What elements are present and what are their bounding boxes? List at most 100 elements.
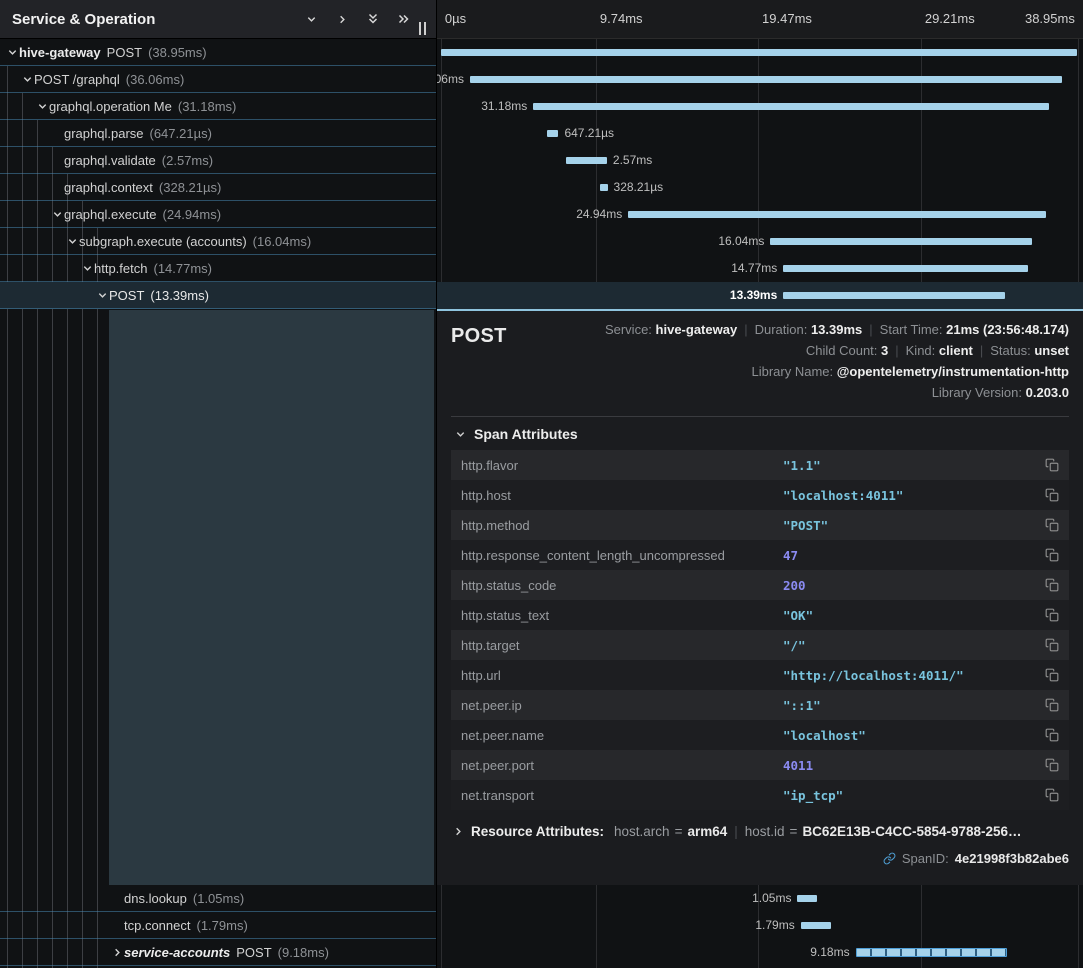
attribute-value: "OK" xyxy=(783,608,1043,623)
meta-key: Status: xyxy=(990,343,1034,358)
chevron-right-icon[interactable] xyxy=(110,947,124,958)
span-timeline-row[interactable] xyxy=(437,39,1083,66)
span-tree-row[interactable]: dns.lookup(1.05ms) xyxy=(0,885,437,912)
span-timeline-row[interactable]: 2.57ms xyxy=(437,147,1083,174)
span-bar[interactable] xyxy=(533,103,1049,110)
resource-key: host.arch xyxy=(614,824,670,839)
copy-icon[interactable] xyxy=(1043,788,1061,802)
copy-icon[interactable] xyxy=(1043,458,1061,472)
attribute-row: http.host"localhost:4011" xyxy=(451,480,1069,510)
chevron-down-icon[interactable] xyxy=(95,290,109,301)
duration-label: (24.94ms) xyxy=(163,207,222,222)
span-tree-row[interactable]: graphql.parse(647.21µs) xyxy=(0,120,437,147)
duration-label: (1.79ms) xyxy=(197,918,248,933)
equals-sign: = xyxy=(790,824,798,839)
span-bar-duration: 31.18ms xyxy=(481,93,527,120)
span-bar-duration: 2.57ms xyxy=(613,147,652,174)
chevron-down-icon[interactable] xyxy=(65,236,79,247)
operation-name: graphql.validate xyxy=(64,153,156,168)
span-tree-row[interactable]: graphql.validate(2.57ms) xyxy=(0,147,437,174)
span-bar[interactable] xyxy=(797,895,817,902)
panel-resize-handle[interactable] xyxy=(419,22,426,35)
chevron-down-icon[interactable] xyxy=(20,74,34,85)
attribute-row: http.status_code200 xyxy=(451,570,1069,600)
span-bar[interactable] xyxy=(783,265,1028,272)
span-timeline-row[interactable]: 16.04ms xyxy=(437,228,1083,255)
span-tree-row[interactable]: POST /graphql(36.06ms) xyxy=(0,66,437,93)
double-chevron-right-icon[interactable] xyxy=(396,11,412,27)
span-tree-row[interactable]: tcp.connect(1.79ms) xyxy=(0,912,437,939)
span-bar[interactable] xyxy=(470,76,1062,83)
span-timeline-row[interactable]: 13.39ms xyxy=(437,282,1083,309)
span-timeline: 36.06ms31.18ms647.21µs2.57ms328.21µs24.9… xyxy=(437,39,1083,309)
copy-icon[interactable] xyxy=(1043,638,1061,652)
copy-icon[interactable] xyxy=(1043,608,1061,622)
span-timeline-row[interactable]: 328.21µs xyxy=(437,174,1083,201)
span-timeline-row[interactable]: 9.18ms xyxy=(437,939,1083,966)
meta-value: hive-gateway xyxy=(656,322,738,337)
span-tree-row[interactable]: http.fetch(14.77ms) xyxy=(0,255,437,282)
meta-key: Child Count: xyxy=(806,343,881,358)
resource-attributes-row[interactable]: Resource Attributes: host.arch=arm64|hos… xyxy=(451,824,1069,839)
attribute-row: http.status_text"OK" xyxy=(451,600,1069,630)
copy-icon[interactable] xyxy=(1043,668,1061,682)
chevron-down-icon[interactable] xyxy=(303,11,319,27)
span-bar[interactable] xyxy=(628,211,1045,218)
span-tree-row[interactable]: POST(13.39ms) xyxy=(0,282,437,309)
span-tree-row[interactable]: graphql.context(328.21µs) xyxy=(0,174,437,201)
span-bar[interactable] xyxy=(770,238,1032,245)
panel-divider xyxy=(436,0,437,968)
chevron-down-icon[interactable] xyxy=(5,47,19,58)
attribute-key: net.transport xyxy=(461,788,783,803)
span-id-label: SpanID: xyxy=(902,851,949,866)
chevron-down-icon[interactable] xyxy=(80,263,94,274)
span-timeline-row[interactable]: 1.05ms xyxy=(437,885,1083,912)
timeline-tick-label: 0µs xyxy=(445,11,466,26)
chevron-down-icon[interactable] xyxy=(50,209,64,220)
meta-value: 13.39ms xyxy=(811,322,862,337)
span-bar[interactable] xyxy=(547,130,558,137)
attribute-value: 47 xyxy=(783,548,1043,563)
span-meta-line: Library Name: @opentelemetry/instrumenta… xyxy=(507,361,1069,382)
chevron-down-icon[interactable] xyxy=(35,101,49,112)
span-tree-row[interactable]: hive-gatewayPOST(38.95ms) xyxy=(0,39,437,66)
copy-icon[interactable] xyxy=(1043,728,1061,742)
span-bar[interactable] xyxy=(600,184,607,191)
span-bar[interactable] xyxy=(441,49,1077,56)
attribute-row: http.response_content_length_uncompresse… xyxy=(451,540,1069,570)
copy-icon[interactable] xyxy=(1043,518,1061,532)
copy-icon[interactable] xyxy=(1043,488,1061,502)
double-chevron-down-icon[interactable] xyxy=(365,11,381,27)
span-tree-row[interactable]: graphql.execute(24.94ms) xyxy=(0,201,437,228)
duration-label: (14.77ms) xyxy=(153,261,212,276)
copy-icon[interactable] xyxy=(1043,698,1061,712)
attribute-value: "ip_tcp" xyxy=(783,788,1043,803)
span-timeline-row[interactable]: 24.94ms xyxy=(437,201,1083,228)
copy-icon[interactable] xyxy=(1043,578,1061,592)
span-bar[interactable] xyxy=(801,922,831,929)
meta-separator: | xyxy=(744,322,747,337)
link-icon[interactable] xyxy=(883,852,896,865)
span-bar[interactable] xyxy=(566,157,607,164)
span-timeline-row[interactable]: 1.79ms xyxy=(437,912,1083,939)
span-tree-row[interactable]: service-accountsPOST(9.18ms) xyxy=(0,939,437,966)
span-bar[interactable] xyxy=(856,948,1008,957)
meta-key: Duration: xyxy=(755,322,811,337)
meta-value: 21ms (23:56:48.174) xyxy=(946,322,1069,337)
attribute-value: "http://localhost:4011/" xyxy=(783,668,1043,683)
chevron-right-icon[interactable] xyxy=(334,11,350,27)
span-timeline-row[interactable]: 14.77ms xyxy=(437,255,1083,282)
span-timeline-row[interactable]: 36.06ms xyxy=(437,66,1083,93)
span-timeline-row[interactable]: 31.18ms xyxy=(437,93,1083,120)
span-attributes-toggle[interactable]: Span Attributes xyxy=(453,426,1069,442)
copy-icon[interactable] xyxy=(1043,758,1061,772)
span-tree-row[interactable]: subgraph.execute (accounts)(16.04ms) xyxy=(0,228,437,255)
copy-icon[interactable] xyxy=(1043,548,1061,562)
attribute-value: "localhost:4011" xyxy=(783,488,1043,503)
operation-name: dns.lookup xyxy=(124,891,187,906)
span-bar[interactable] xyxy=(783,292,1005,299)
meta-separator: | xyxy=(734,824,738,839)
span-tree-row[interactable]: graphql.operation Me(31.18ms) xyxy=(0,93,437,120)
attribute-value: 200 xyxy=(783,578,1043,593)
span-timeline-row[interactable]: 647.21µs xyxy=(437,120,1083,147)
